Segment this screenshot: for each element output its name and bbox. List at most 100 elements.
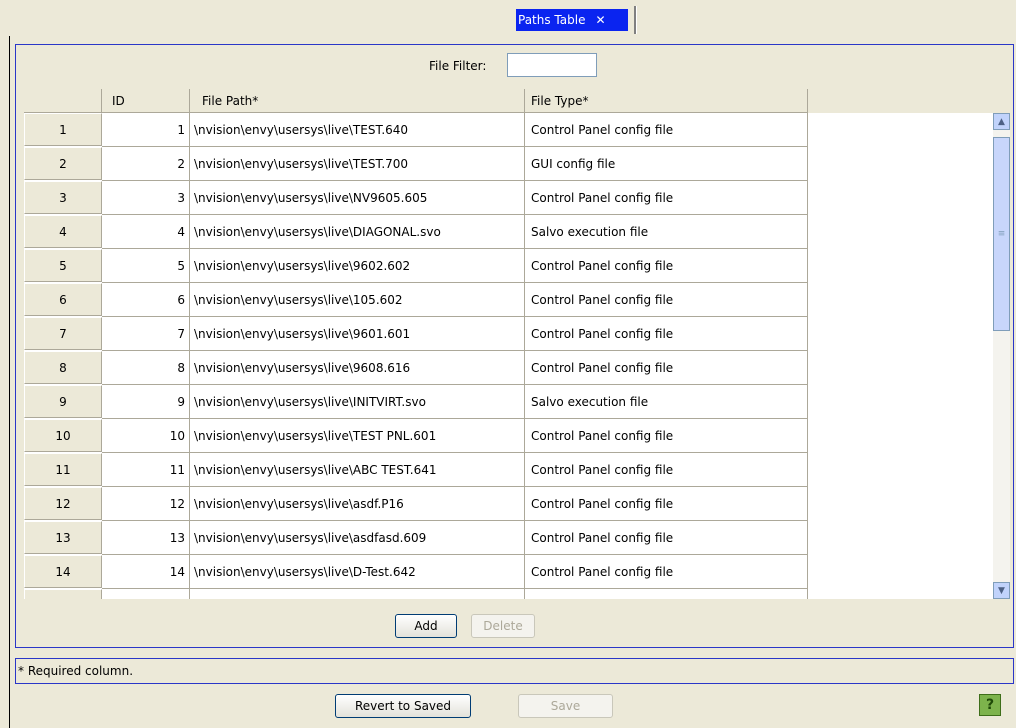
file-type-cell[interactable]: Control Panel config file: [525, 351, 808, 385]
row-number-cell[interactable]: 1: [24, 113, 102, 146]
row-number-cell[interactable]: 2: [24, 147, 102, 180]
left-divider: [9, 36, 10, 728]
column-header-id[interactable]: ID: [102, 89, 190, 113]
file-filter-label: File Filter:: [429, 59, 487, 73]
row-number-cell[interactable]: 14: [24, 555, 102, 588]
file-path-cell[interactable]: \nvision\envy\usersys\live\9601.601: [190, 317, 525, 351]
file-filter-input[interactable]: [507, 53, 597, 77]
row-number-cell[interactable]: 13: [24, 521, 102, 554]
column-header-file-path[interactable]: File Path*: [190, 89, 525, 113]
row-number-cell[interactable]: 11: [24, 453, 102, 486]
row-number-cell[interactable]: 8: [24, 351, 102, 384]
paths-table: ID File Path* File Type* 1 1 \nvision\envy…: [24, 89, 1001, 599]
file-type-cell[interactable]: Salvo execution file: [525, 215, 808, 249]
tab-bar: Paths Table ✕: [0, 0, 1016, 36]
file-type-cell[interactable]: Salvo execution file: [525, 385, 808, 419]
table-row[interactable]: 5 5 \nvision\envy\usersys\live\9602.602 Con…: [24, 249, 808, 283]
file-path-cell[interactable]: \nvision\envy\usersys\live\asdf.P16: [190, 487, 525, 521]
table-row[interactable]: 12 12 \nvision\envy\usersys\live\asdf.P16 C…: [24, 487, 808, 521]
tab-paths-table[interactable]: Paths Table ✕: [516, 9, 628, 31]
scroll-down-icon[interactable]: ▼: [993, 582, 1010, 599]
file-path-cell[interactable]: \nvision\envy\usersys\live\D-Test.642: [190, 555, 525, 589]
table-row[interactable]: 9 9 \nvision\envy\usersys\live\INITVIRT.sv…: [24, 385, 808, 419]
file-type-cell[interactable]: Control Panel config file: [525, 555, 808, 589]
delete-button[interactable]: Delete: [471, 614, 535, 638]
save-button[interactable]: Save: [518, 694, 613, 718]
close-icon[interactable]: ✕: [593, 13, 607, 27]
id-cell[interactable]: 11: [102, 453, 190, 487]
id-cell[interactable]: 5: [102, 249, 190, 283]
file-type-cell[interactable]: Control Panel config file: [525, 487, 808, 521]
file-path-cell[interactable]: \nvision\envy\usersys\live\ABC TEST.641: [190, 453, 525, 487]
id-cell[interactable]: 9: [102, 385, 190, 419]
file-type-cell[interactable]: Control Panel config file: [525, 181, 808, 215]
file-type-cell[interactable]: GUI config file: [525, 147, 808, 181]
table-row[interactable]: 2 2 \nvision\envy\usersys\live\TEST.700 GUI…: [24, 147, 808, 181]
table-row[interactable]: 10 10 \nvision\envy\usersys\live\TEST PNL.…: [24, 419, 808, 453]
file-path-cell[interactable]: \nvision\envy\usersys\live\9602.602: [190, 249, 525, 283]
id-cell[interactable]: 4: [102, 215, 190, 249]
id-cell[interactable]: 14: [102, 555, 190, 589]
row-number-cell[interactable]: 4: [24, 215, 102, 248]
table-row[interactable]: 8 8 \nvision\envy\usersys\live\9608.616 Con…: [24, 351, 808, 385]
table-row[interactable]: 13 13 \nvision\envy\usersys\live\asdfasd.6…: [24, 521, 808, 555]
file-path-cell[interactable]: \nvision\envy\usersys\live\9608.616: [190, 351, 525, 385]
file-path-cell[interactable]: \nvision\envy\usersys\live\9603.603: [190, 589, 525, 599]
file-path-cell[interactable]: \nvision\envy\usersys\live\NV9605.605: [190, 181, 525, 215]
table-row[interactable]: 4 4 \nvision\envy\usersys\live\DIAGONAL.sv…: [24, 215, 808, 249]
file-path-cell[interactable]: \nvision\envy\usersys\live\asdfasd.609: [190, 521, 525, 555]
tab-separator: [634, 6, 637, 34]
row-number-cell[interactable]: 10: [24, 419, 102, 452]
required-column-note: * Required column.: [18, 664, 134, 678]
file-type-cell[interactable]: Control Panel config file: [525, 589, 808, 599]
filter-row: File Filter:: [16, 53, 1013, 79]
id-cell[interactable]: 6: [102, 283, 190, 317]
id-cell[interactable]: 12: [102, 487, 190, 521]
table-row[interactable]: 3 3 \nvision\envy\usersys\live\NV9605.605 C…: [24, 181, 808, 215]
row-number-cell[interactable]: 3: [24, 181, 102, 214]
table-row[interactable]: 6 6 \nvision\envy\usersys\live\105.602 Cont…: [24, 283, 808, 317]
id-cell[interactable]: 15: [102, 589, 190, 599]
row-number-cell[interactable]: 7: [24, 317, 102, 350]
scroll-thumb[interactable]: ≡: [993, 137, 1010, 331]
id-cell[interactable]: 2: [102, 147, 190, 181]
file-path-cell[interactable]: \nvision\envy\usersys\live\TEST.700: [190, 147, 525, 181]
file-type-cell[interactable]: Control Panel config file: [525, 453, 808, 487]
id-cell[interactable]: 3: [102, 181, 190, 215]
id-cell[interactable]: 7: [102, 317, 190, 351]
table-row[interactable]: 1515\nvision\envy\usersys\live\9603.603C…: [24, 589, 808, 599]
table-row[interactable]: 11 11 \nvision\envy\usersys\live\ABC TEST.…: [24, 453, 808, 487]
row-number-cell[interactable]: 9: [24, 385, 102, 418]
column-header-rownum[interactable]: [24, 89, 102, 113]
help-icon[interactable]: ?: [979, 694, 1001, 716]
table-row[interactable]: 7 7 \nvision\envy\usersys\live\9601.601 Con…: [24, 317, 808, 351]
file-path-cell[interactable]: \nvision\envy\usersys\live\TEST.640: [190, 113, 525, 147]
file-type-cell[interactable]: Control Panel config file: [525, 249, 808, 283]
file-type-cell[interactable]: Control Panel config file: [525, 317, 808, 351]
file-path-cell[interactable]: \nvision\envy\usersys\live\TEST PNL.601: [190, 419, 525, 453]
file-path-cell[interactable]: \nvision\envy\usersys\live\105.602: [190, 283, 525, 317]
table-row[interactable]: 1 1 \nvision\envy\usersys\live\TEST.640 Con…: [24, 113, 808, 147]
row-number-cell[interactable]: 12: [24, 487, 102, 520]
file-type-cell[interactable]: Control Panel config file: [525, 283, 808, 317]
file-type-cell[interactable]: Control Panel config file: [525, 521, 808, 555]
row-number-cell[interactable]: 15: [24, 589, 102, 599]
id-cell[interactable]: 1: [102, 113, 190, 147]
file-type-cell[interactable]: Control Panel config file: [525, 113, 808, 147]
id-cell[interactable]: 8: [102, 351, 190, 385]
add-button[interactable]: Add: [395, 614, 457, 638]
file-path-cell[interactable]: \nvision\envy\usersys\live\DIAGONAL.svo: [190, 215, 525, 249]
id-cell[interactable]: 13: [102, 521, 190, 555]
row-number-cell[interactable]: 6: [24, 283, 102, 316]
column-header-file-type[interactable]: File Type*: [525, 89, 808, 113]
file-type-cell[interactable]: Control Panel config file: [525, 419, 808, 453]
id-cell[interactable]: 10: [102, 419, 190, 453]
scroll-up-icon[interactable]: ▲: [993, 113, 1010, 130]
tab-label: Paths Table: [518, 13, 586, 27]
file-path-cell[interactable]: \nvision\envy\usersys\live\INITVIRT.svo: [190, 385, 525, 419]
table-header: ID File Path* File Type*: [24, 89, 1001, 113]
table-row[interactable]: 14 14 \nvision\envy\usersys\live\D-Test.64…: [24, 555, 808, 589]
revert-to-saved-button[interactable]: Revert to Saved: [335, 694, 471, 718]
vertical-scrollbar[interactable]: ▲ ≡ ▼: [993, 113, 1010, 599]
row-number-cell[interactable]: 5: [24, 249, 102, 282]
